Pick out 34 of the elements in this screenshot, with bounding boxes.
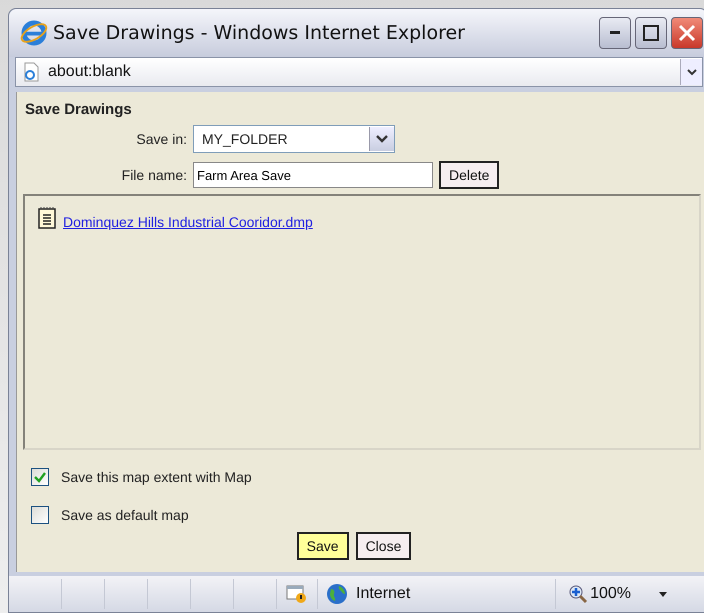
address-text: about:blank — [48, 63, 131, 81]
minimize-button[interactable] — [599, 17, 631, 49]
window-title: Save Drawings - Windows Internet Explorer — [53, 22, 466, 44]
page-icon — [22, 62, 40, 82]
browser-logo-icon — [19, 18, 49, 48]
folder-select[interactable]: MY_FOLDER — [193, 125, 395, 153]
chevron-icon — [686, 68, 696, 76]
chevron-icon — [376, 135, 388, 143]
dropdown-arrow-icon[interactable] — [659, 592, 667, 596]
warning-icon — [286, 584, 308, 604]
globe-icon — [326, 583, 348, 605]
field-label: Save in: — [135, 131, 187, 147]
zoom-icon — [568, 584, 588, 604]
dropdown-button[interactable] — [680, 59, 702, 85]
save-button[interactable]: Save — [296, 532, 349, 560]
file-link[interactable]: Dominquez Hills Industrial Cooridor.dmp — [63, 214, 313, 230]
dialog-heading: Save Drawings — [25, 101, 133, 118]
checkbox-label: Save as default map — [61, 507, 189, 523]
document-icon — [37, 206, 59, 230]
delete-button[interactable]: Delete — [439, 161, 500, 189]
field-label: File name: — [120, 167, 187, 183]
address-bar[interactable]: about:blank — [15, 57, 703, 87]
maximize-icon — [643, 25, 659, 41]
zoom-control[interactable]: 100% — [555, 579, 631, 609]
checkbox[interactable] — [31, 468, 49, 486]
minimize-icon — [610, 31, 620, 35]
checkbox-label: Save this map extent with Map — [61, 469, 252, 485]
checkbox[interactable] — [31, 506, 49, 524]
zone-text: Internet — [356, 585, 410, 603]
close-button[interactable]: Close — [356, 532, 412, 560]
file-name-field[interactable]: Farm Area Save — [193, 162, 433, 188]
maximize-button[interactable] — [635, 17, 667, 49]
close-icon — [678, 24, 696, 42]
close-button[interactable] — [671, 17, 703, 49]
